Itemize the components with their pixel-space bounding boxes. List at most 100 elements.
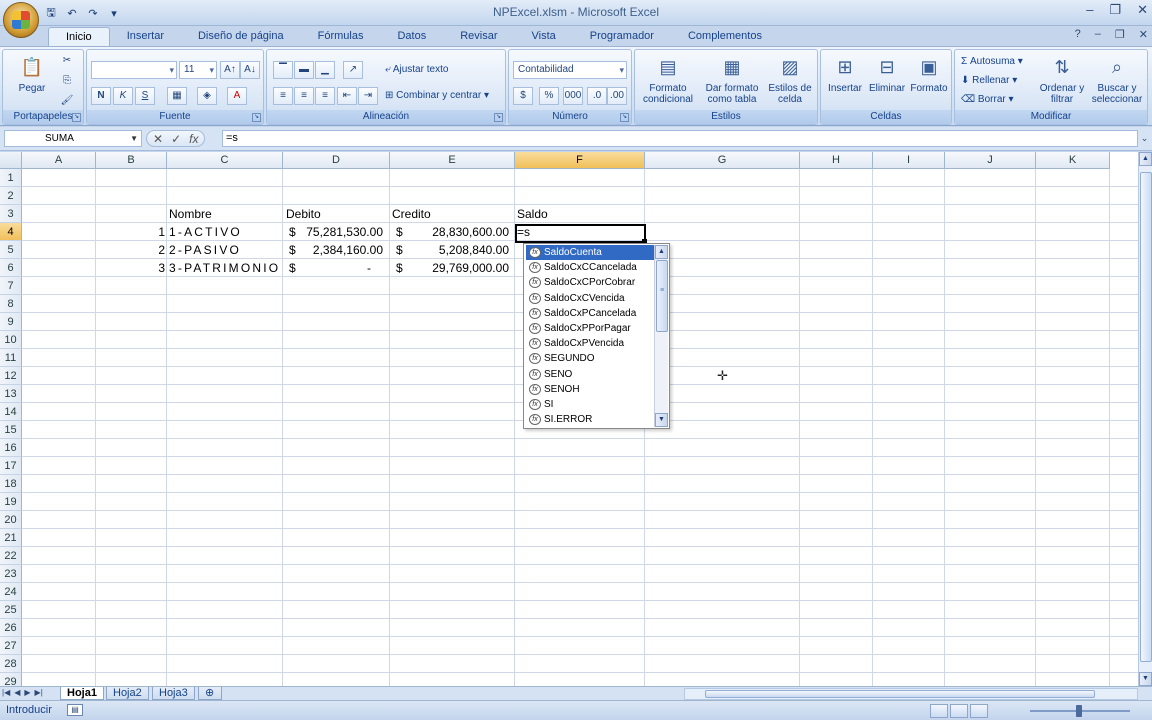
row-header-12[interactable]: 12 [0, 367, 22, 385]
minimize-icon[interactable]: – [1095, 28, 1101, 41]
conditional-format-button[interactable]: ▤ Formato condicional [637, 53, 699, 106]
fill-color-icon[interactable]: ◈ [197, 87, 217, 105]
row-header-24[interactable]: 24 [0, 583, 22, 601]
format-as-table-button[interactable]: ▦ Dar formato como tabla [701, 53, 763, 106]
zoom-slider-thumb[interactable] [1076, 705, 1082, 717]
format-cells-button[interactable]: ▣ Formato [907, 53, 951, 95]
function-autocomplete-list[interactable]: fx SaldoCuenta fx SaldoCxCCancelada fx SaldoC… [523, 243, 670, 429]
page-layout-view-icon[interactable] [950, 704, 968, 718]
tab-vista[interactable]: Vista [515, 27, 573, 46]
office-button[interactable] [3, 2, 39, 38]
cell-D5[interactable]: 2,384,160.00 [300, 241, 383, 259]
scroll-thumb[interactable]: ≡ [656, 260, 668, 332]
close-icon[interactable]: ✕ [1137, 2, 1148, 18]
row-header-22[interactable]: 22 [0, 547, 22, 565]
autocomplete-item[interactable]: fx SENO [526, 367, 654, 382]
align-center-icon[interactable]: ≡ [294, 87, 314, 105]
cell-styles-button[interactable]: ▨ Estilos de celda [763, 53, 817, 106]
cell-C6[interactable]: 3-PATRIMONIO [169, 259, 280, 277]
name-box[interactable]: SUMA [4, 130, 142, 147]
column-header-F[interactable]: F [515, 152, 645, 169]
currency-button[interactable]: $ [513, 87, 533, 105]
cell-E5[interactable]: 5,208,840.00 [410, 241, 509, 259]
cell-B5[interactable]: 2 [96, 241, 165, 259]
row-header-19[interactable]: 19 [0, 493, 22, 511]
redo-icon[interactable]: ↷ [84, 5, 102, 21]
autocomplete-item[interactable]: fx SI.ERROR [526, 412, 654, 427]
borders-icon[interactable]: ▦ [167, 87, 187, 105]
row-header-2[interactable]: 2 [0, 187, 22, 205]
vertical-scrollbar[interactable]: ▲ ▼ [1138, 152, 1152, 686]
align-right-icon[interactable]: ≡ [315, 87, 335, 105]
row-header-20[interactable]: 20 [0, 511, 22, 529]
restore-icon[interactable]: ❐ [1109, 2, 1121, 18]
autocomplete-item[interactable]: fx SaldoCxPPorPagar [526, 321, 654, 336]
column-header-J[interactable]: J [945, 152, 1036, 169]
font-name-combo[interactable] [91, 61, 177, 79]
row-header-23[interactable]: 23 [0, 565, 22, 583]
row-header-21[interactable]: 21 [0, 529, 22, 547]
autocomplete-item[interactable]: fx SENOH [526, 382, 654, 397]
next-sheet-icon[interactable]: ▶ [24, 688, 30, 697]
paste-button[interactable]: 📋 Pegar [7, 53, 57, 95]
dialog-launcher-icon[interactable]: ↘ [620, 113, 629, 122]
expand-formula-bar-icon[interactable]: ⌄ [1139, 130, 1150, 147]
row-header-6[interactable]: 6 [0, 259, 22, 277]
column-header-I[interactable]: I [873, 152, 945, 169]
dialog-launcher-icon[interactable]: ↘ [252, 113, 261, 122]
cancel-icon[interactable]: ✕ [153, 132, 163, 146]
cell-F3[interactable]: Saldo [517, 205, 548, 223]
sort-filter-button[interactable]: ⇅ Ordenar y filtrar [1037, 53, 1087, 106]
row-header-17[interactable]: 17 [0, 457, 22, 475]
row-header-1[interactable]: 1 [0, 169, 22, 187]
undo-icon[interactable]: ↶ [63, 5, 81, 21]
insert-sheet-icon[interactable]: ⊕ [198, 687, 222, 700]
insert-function-icon[interactable]: fx [189, 132, 198, 146]
autocomplete-item[interactable]: fx SaldoCuenta [526, 245, 654, 260]
copy-icon[interactable]: ⎘ [59, 73, 75, 91]
row-header-13[interactable]: 13 [0, 385, 22, 403]
enter-icon[interactable]: ✓ [171, 132, 181, 146]
tab-datos[interactable]: Datos [380, 27, 443, 46]
cell-B4[interactable]: 1 [96, 223, 165, 241]
cell-D4[interactable]: 75,281,530.00 [300, 223, 383, 241]
horizontal-scroll-thumb[interactable] [705, 690, 1095, 698]
tab-diseno-pagina[interactable]: Diseño de página [181, 27, 301, 46]
cell-E6[interactable]: 29,769,000.00 [410, 259, 509, 277]
thousands-button[interactable]: 000 [563, 87, 583, 105]
row-header-29[interactable]: 29 [0, 673, 22, 686]
sheet-tab-hoja3[interactable]: Hoja3 [152, 687, 195, 700]
tab-inicio[interactable]: Inicio [48, 27, 110, 46]
cell-D6[interactable]: - [300, 259, 371, 277]
find-select-button[interactable]: ⌕ Buscar y seleccionar [1087, 53, 1147, 106]
percent-button[interactable]: % [539, 87, 559, 105]
delete-cells-button[interactable]: ⊟ Eliminar [865, 53, 909, 95]
align-left-icon[interactable]: ≡ [273, 87, 293, 105]
row-header-4[interactable]: 4 [0, 223, 22, 241]
autocomplete-scrollbar[interactable]: ▲ ≡ ▼ [654, 245, 668, 427]
bold-button[interactable]: N [91, 87, 111, 105]
autocomplete-item[interactable]: fx SaldoCxCCancelada [526, 260, 654, 275]
cell-C3[interactable]: Nombre [169, 205, 212, 223]
column-header-K[interactable]: K [1036, 152, 1110, 169]
align-bottom-icon[interactable]: ▁ [315, 61, 335, 79]
cell-C5[interactable]: 2-PASIVO [169, 241, 241, 259]
column-header-E[interactable]: E [390, 152, 515, 169]
prev-sheet-icon[interactable]: ◀ [14, 688, 20, 697]
autosum-button[interactable]: Σ Autosuma ▾ [961, 53, 1023, 71]
save-icon[interactable]: 🖫 [42, 5, 60, 21]
macro-record-icon[interactable]: ▤ [67, 704, 83, 716]
tab-revisar[interactable]: Revisar [443, 27, 514, 46]
column-header-C[interactable]: C [167, 152, 283, 169]
number-format-combo[interactable]: Contabilidad [513, 61, 627, 79]
tab-programador[interactable]: Programador [573, 27, 671, 46]
row-header-25[interactable]: 25 [0, 601, 22, 619]
italic-button[interactable]: K [113, 87, 133, 105]
restore-icon[interactable]: ❐ [1115, 28, 1125, 41]
scroll-up-icon[interactable]: ▲ [655, 245, 668, 259]
page-break-view-icon[interactable] [970, 704, 988, 718]
scroll-down-icon[interactable]: ▼ [1139, 672, 1152, 686]
row-header-11[interactable]: 11 [0, 349, 22, 367]
underline-button[interactable]: S [135, 87, 155, 105]
increase-indent-icon[interactable]: ⇥ [358, 87, 378, 105]
